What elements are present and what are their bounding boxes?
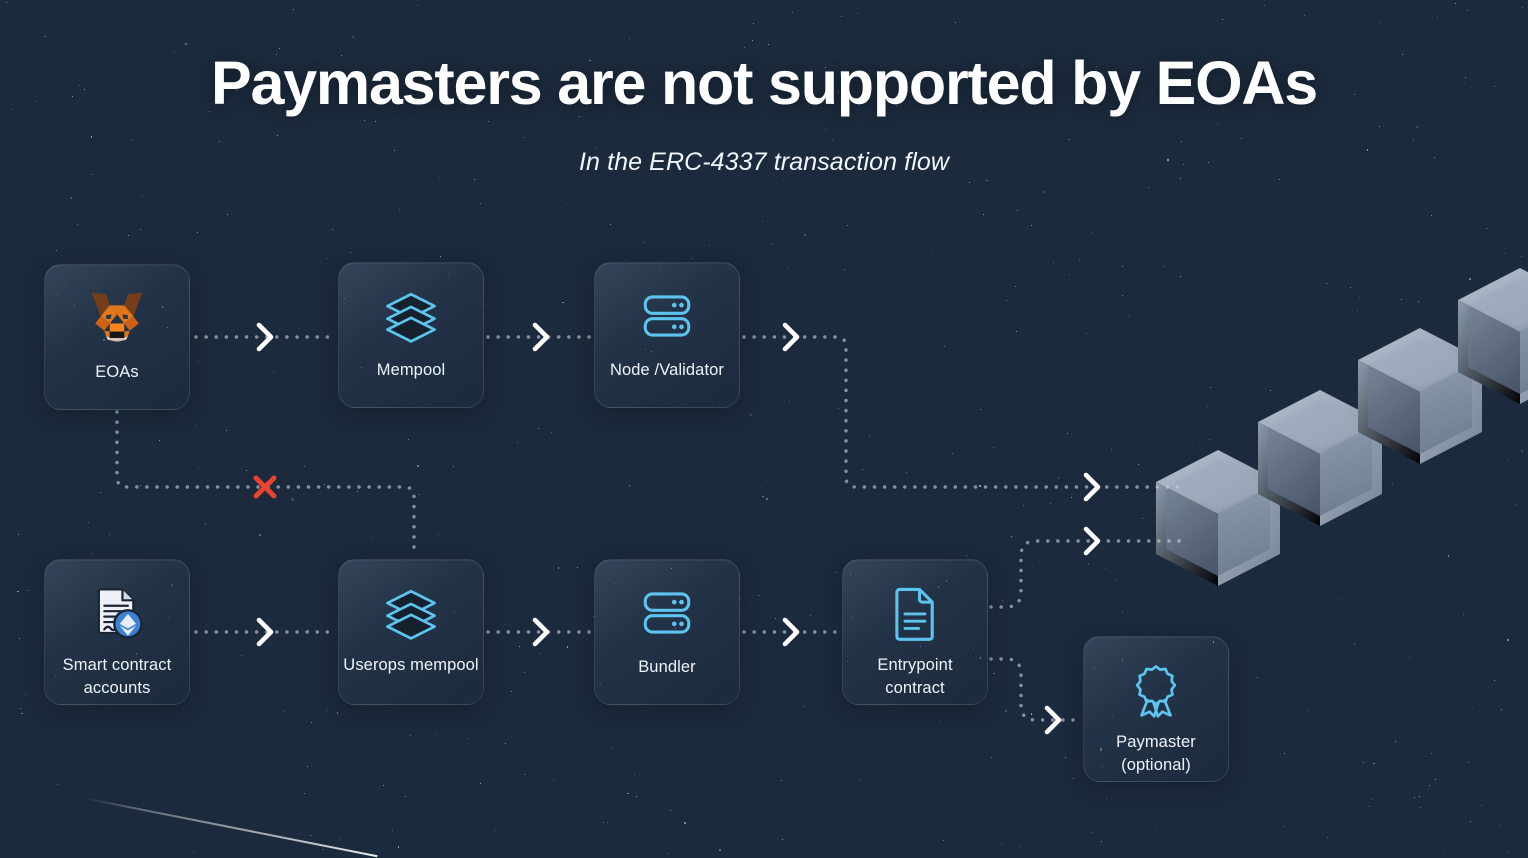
node-label: Mempool <box>376 361 446 379</box>
page-subtitle: In the ERC-4337 transaction flow <box>578 148 950 176</box>
node-label: Bundler <box>638 658 696 676</box>
node-label: Userops mempool <box>343 656 479 674</box>
node-bundler[interactable]: Bundler <box>594 559 740 705</box>
page-title: Paymasters are not supported by EOAs <box>210 49 1318 117</box>
node-userops-mempool[interactable]: Userops mempool <box>338 559 484 705</box>
node-label: Smart contract accounts <box>62 656 172 698</box>
metamask-fox-icon <box>91 292 143 342</box>
node-label: Entrypoint contract <box>877 656 953 698</box>
node-mempool[interactable]: Mempool <box>338 262 484 408</box>
node-eoas[interactable]: EOAs <box>44 264 190 410</box>
node-label: EOAs <box>95 363 139 381</box>
node-smart-contract-accounts[interactable]: Smart contract accounts <box>44 559 190 705</box>
server-rack-icon <box>643 295 691 337</box>
node-paymaster[interactable]: Paymaster (optional) <box>1083 636 1229 782</box>
server-rack-icon <box>643 592 691 634</box>
slide-canvas: Paymasters are not supported by EOAs In … <box>0 0 1528 858</box>
award-ribbon-icon <box>1135 665 1177 718</box>
layers-icon <box>386 292 436 343</box>
document-icon <box>895 587 934 641</box>
node-label: Node /Validator <box>609 361 724 379</box>
node-label: Paymaster (optional) <box>1116 733 1196 775</box>
signed-document-ethereum-icon <box>97 588 143 639</box>
node-node-validator[interactable]: Node /Validator <box>594 262 740 408</box>
layers-icon <box>386 589 436 640</box>
background-gradient <box>0 0 1528 858</box>
node-entrypoint-contract[interactable]: Entrypoint contract <box>842 559 988 705</box>
